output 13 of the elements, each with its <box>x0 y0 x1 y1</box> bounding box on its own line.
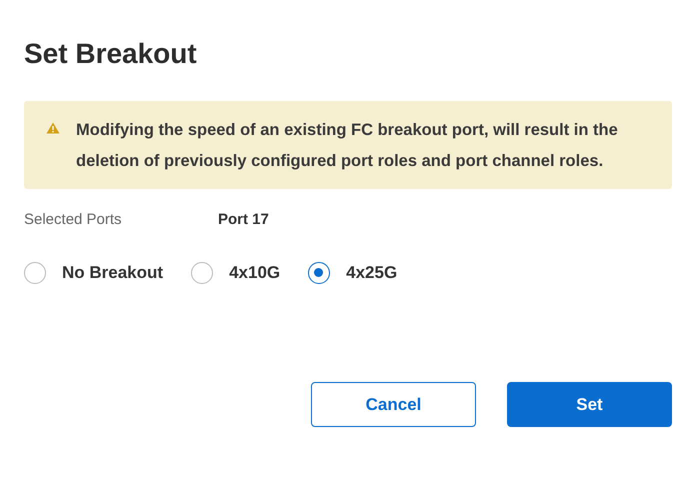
warning-icon <box>46 122 60 134</box>
radio-button[interactable] <box>308 262 330 284</box>
breakout-radio-option[interactable]: 4x10G <box>191 262 280 284</box>
dialog-title: Set Breakout <box>24 37 198 71</box>
breakout-radio-option[interactable]: No Breakout <box>24 262 164 284</box>
selected-ports-label: Selected Ports <box>24 211 123 228</box>
warning-text: Modifying the speed of an existing FC breakout port, will result in the deletion of previously configured port roles and port channel roles. <box>76 120 619 172</box>
radio-button[interactable] <box>191 262 214 284</box>
selected-ports-value: Port 17 <box>218 211 269 228</box>
radio-button[interactable] <box>24 262 46 284</box>
cancel-button[interactable]: Cancel <box>311 382 476 427</box>
set-button[interactable]: Set <box>507 382 672 427</box>
breakout-radio-option[interactable]: 4x25G <box>308 262 398 284</box>
